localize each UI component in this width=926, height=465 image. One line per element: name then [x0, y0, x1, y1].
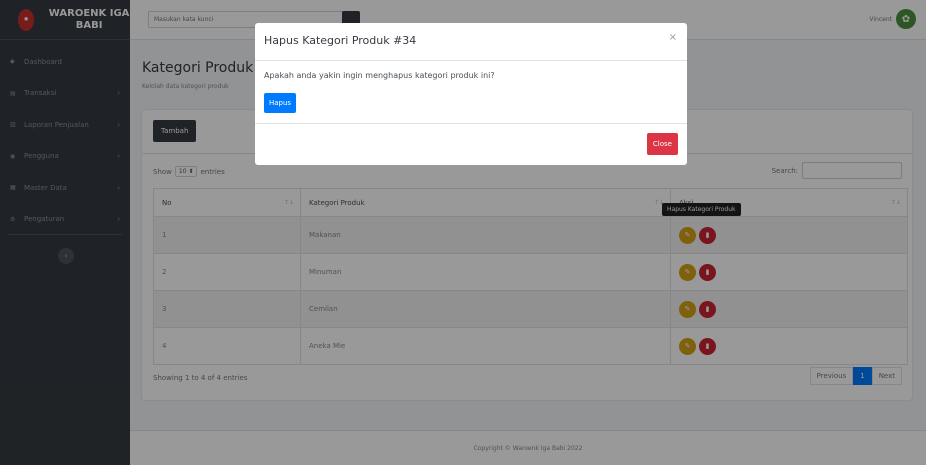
modal-body: Apakah anda yakin ingin menghapus katego…	[255, 61, 687, 124]
modal-message: Apakah anda yakin ingin menghapus katego…	[264, 71, 495, 80]
confirm-delete-button[interactable]: Hapus	[264, 93, 297, 113]
modal-header: Hapus Kategori Produk #34 ×	[255, 23, 687, 61]
close-icon[interactable]: ×	[669, 32, 677, 43]
modal-title: Hapus Kategori Produk #34	[264, 34, 417, 47]
delete-modal: Hapus Kategori Produk #34 × Apakah anda …	[255, 23, 687, 165]
close-button[interactable]: Close	[646, 133, 678, 155]
